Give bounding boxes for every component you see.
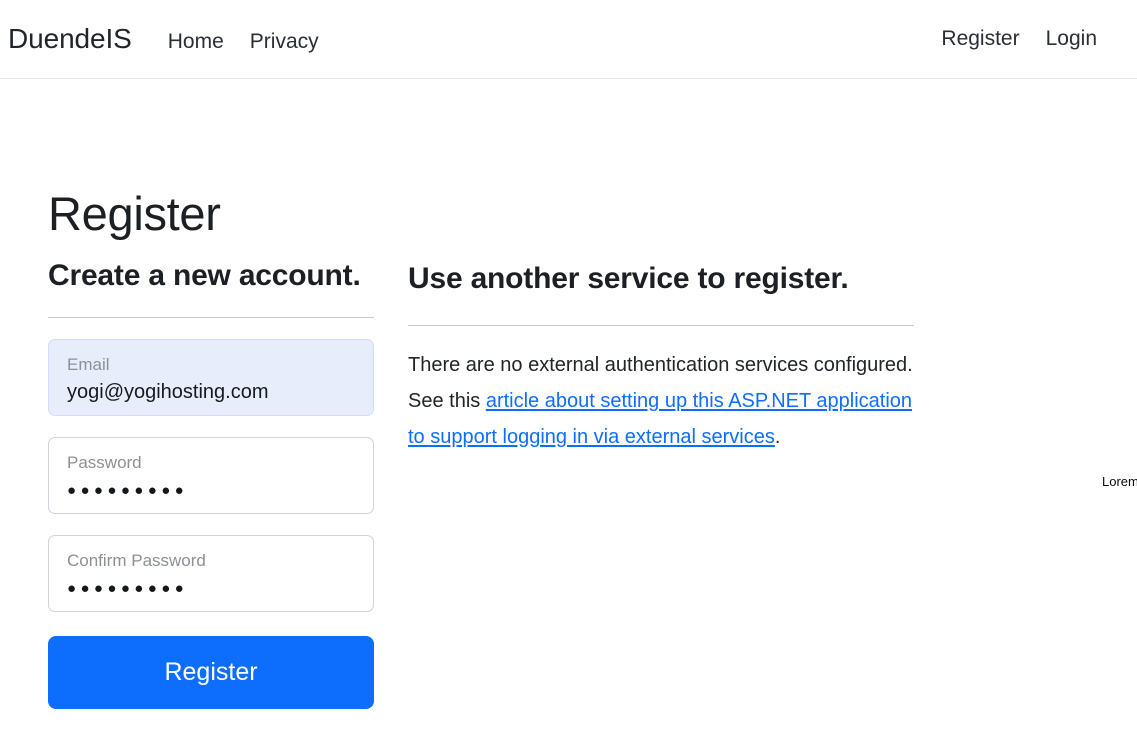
nav-link-home[interactable]: Home — [168, 30, 224, 54]
page-content: Register Create a new account. Email yog… — [0, 79, 1137, 750]
navbar-auth-links: Register Login — [941, 27, 1097, 51]
register-form-heading: Create a new account. — [48, 259, 361, 292]
email-field-label: Email — [67, 354, 110, 374]
password-field-label: Password — [67, 452, 142, 472]
external-services-heading: Use another service to register. — [408, 262, 849, 295]
password-field[interactable]: Password ●●●●●●●●● — [48, 436, 374, 514]
brand-logo-link[interactable]: DuendeIS — [8, 23, 132, 55]
register-form-column: Create a new account. Email yogi@yogihos… — [48, 257, 374, 709]
register-submit-button[interactable]: Register — [48, 635, 374, 709]
stray-lorem-text: Lorem — [1102, 474, 1137, 489]
external-services-column: Use another service to register. There a… — [408, 257, 914, 455]
external-services-note: There are no external authentication ser… — [408, 347, 914, 455]
nav-link-register[interactable]: Register — [941, 27, 1019, 51]
email-field-value: yogi@yogihosting.com — [67, 380, 269, 403]
primary-nav-links: Home Privacy — [168, 30, 319, 54]
password-field-value: ●●●●●●●●● — [67, 481, 189, 499]
external-services-divider — [408, 325, 914, 327]
navbar-left-group: DuendeIS Home Privacy — [8, 23, 319, 55]
nav-link-login[interactable]: Login — [1046, 27, 1097, 51]
confirm-password-field-label: Confirm Password — [67, 550, 206, 570]
confirm-password-field-value: ●●●●●●●●● — [67, 579, 189, 597]
top-navbar: DuendeIS Home Privacy Register Login — [0, 0, 1137, 79]
confirm-password-field[interactable]: Confirm Password ●●●●●●●●● — [48, 534, 374, 612]
form-divider — [48, 316, 374, 318]
external-note-text-after: . — [774, 426, 781, 449]
nav-link-privacy[interactable]: Privacy — [250, 30, 319, 54]
page-title: Register — [48, 187, 221, 240]
email-field[interactable]: Email yogi@yogihosting.com — [48, 338, 374, 416]
